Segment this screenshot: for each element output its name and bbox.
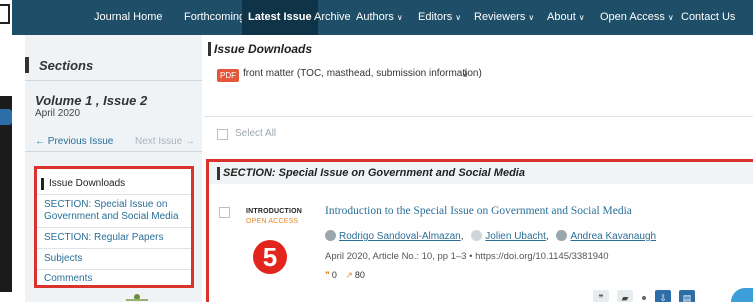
article-checkbox[interactable] (219, 207, 230, 218)
issue-sidebar: Sections Volume 1 , Issue 2 April 2020 ←… (24, 35, 202, 302)
button-fragment[interactable] (0, 109, 12, 125)
divider (37, 194, 191, 195)
divider (37, 269, 191, 270)
add-to-binder-button[interactable]: ▰ (617, 290, 633, 302)
nav-about[interactable]: About ∨ (541, 0, 591, 35)
views-icon: ↗ (345, 270, 353, 280)
nav-latest-issue[interactable]: Latest Issue (242, 0, 318, 35)
chevron-down-icon: ∨ (528, 13, 535, 22)
corner-accent (731, 288, 753, 302)
author-avatar-icon (471, 230, 483, 241)
nav-forthcoming[interactable]: Forthcoming (178, 0, 251, 35)
article-meta: April 2020, Article No.: 10, pp 1–3 • ht… (325, 251, 609, 262)
html-view-button[interactable]: ▤ (679, 290, 695, 302)
sections-heading: Sections (24, 57, 94, 73)
pdf-file-icon: ⇩ (659, 293, 667, 302)
volume-issue: Volume 1 , Issue 2 (35, 93, 148, 108)
article-type-label: INTRODUCTION (246, 208, 303, 215)
view-count: 80 (354, 270, 365, 280)
previous-issue-link[interactable]: ← Previous Issue (35, 136, 113, 147)
nav-contact-us[interactable]: Contact Us (675, 0, 741, 35)
chevron-down-icon: ∨ (396, 13, 403, 22)
separator: , (545, 231, 549, 242)
section-header-bar: SECTION: Special Issue on Government and… (209, 162, 753, 184)
pdf-icon: PDF (217, 69, 239, 82)
divider (204, 116, 753, 117)
divider (37, 248, 191, 249)
toc-item-special-issue[interactable]: SECTION: Special Issue on Government and… (37, 199, 191, 223)
chevron-down-icon: ∨ (667, 13, 674, 22)
author-link[interactable]: Rodrigo Sandoval-Almazan (339, 231, 461, 242)
article-metrics: ❞ 0 ↗ 80 (325, 270, 371, 281)
article-title-link[interactable]: Introduction to the Special Issue on Gov… (325, 205, 632, 217)
toc-item-issue-downloads[interactable]: Issue Downloads (37, 178, 191, 190)
left-edge-fragment (0, 0, 12, 302)
cite-button[interactable]: ❞ (593, 290, 609, 302)
separator: , (460, 231, 464, 242)
dark-panel-fragment (0, 96, 12, 292)
author-avatar-icon (556, 230, 568, 241)
download-icon[interactable]: ⤓ (463, 68, 467, 79)
citation-count: 0 (331, 270, 337, 280)
select-all-checkbox[interactable] (217, 129, 228, 140)
select-all-label[interactable]: Select All (235, 128, 276, 139)
top-navigation: Journal Home Forthcoming Latest Issue Ar… (12, 0, 753, 35)
divider (25, 80, 202, 81)
pdf-download-button[interactable]: ⇩ (655, 290, 671, 302)
more-options-dot[interactable] (642, 296, 646, 300)
nav-journal-home[interactable]: Journal Home (88, 0, 168, 35)
issue-downloads-heading: Issue Downloads (207, 42, 313, 56)
divider (37, 227, 191, 228)
next-issue-link[interactable]: Next Issue → (135, 136, 195, 147)
open-access-label: OPEN ACCESS (246, 218, 299, 225)
logo-fragment (0, 4, 10, 24)
step-number-marker: 5 (253, 240, 287, 274)
nav-open-access[interactable]: Open Access ∨ (594, 0, 680, 35)
nav-authors[interactable]: Authors ∨ (350, 0, 409, 35)
sidebar-footer-logo-fragment (120, 293, 154, 302)
chevron-down-icon: ∨ (578, 13, 585, 22)
toc-item-subjects[interactable]: Subjects (37, 253, 191, 265)
chevron-down-icon: ∨ (455, 13, 462, 22)
folder-plus-icon: ▰ (621, 293, 629, 302)
nav-reviewers[interactable]: Reviewers ∨ (468, 0, 540, 35)
author-list: Rodrigo Sandoval-Almazan, Jolien Ubacht,… (325, 230, 656, 242)
issue-toc-nav: Issue Downloads SECTION: Special Issue o… (34, 166, 194, 288)
toc-item-regular-papers[interactable]: SECTION: Regular Papers (37, 232, 191, 244)
section-heading: SECTION: Special Issue on Government and… (217, 167, 525, 180)
issue-date: April 2020 (35, 108, 81, 119)
quote-icon: ❞ (598, 293, 604, 302)
nav-editors[interactable]: Editors ∨ (412, 0, 467, 35)
front-matter-link[interactable]: front matter (TOC, masthead, submission … (243, 68, 482, 79)
section-special-issue: SECTION: Special Issue on Government and… (206, 159, 753, 302)
author-link[interactable]: Andrea Kavanaugh (570, 231, 656, 242)
author-link[interactable]: Jolien Ubacht (485, 231, 546, 242)
document-icon: ▤ (682, 293, 692, 302)
citations-icon: ❞ (325, 270, 330, 280)
author-avatar-icon (325, 230, 336, 241)
divider (25, 151, 202, 152)
toc-item-comments[interactable]: Comments (37, 273, 191, 285)
